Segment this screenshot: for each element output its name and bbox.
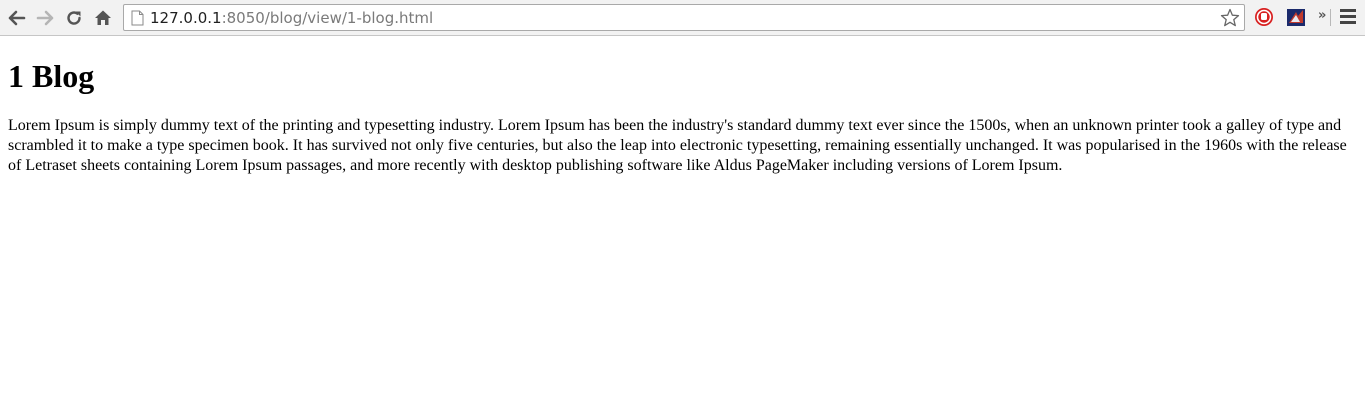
url-text[interactable]: 127.0.0.1:8050/blog/view/1-blog.html bbox=[150, 9, 433, 27]
url-path: :8050/blog/view/1-blog.html bbox=[221, 9, 434, 27]
menu-bar bbox=[1340, 9, 1356, 12]
toolbar-divider bbox=[1330, 9, 1331, 26]
forward-arrow-icon bbox=[36, 10, 54, 26]
browser-toolbar: 127.0.0.1:8050/blog/view/1-blog.html » bbox=[0, 0, 1365, 36]
url-host: 127.0.0.1 bbox=[150, 9, 222, 27]
menu-bar bbox=[1340, 21, 1356, 24]
star-icon[interactable] bbox=[1220, 8, 1240, 28]
page-title: 1 Blog bbox=[8, 58, 95, 94]
menu-icon[interactable] bbox=[1340, 9, 1356, 25]
home-button[interactable] bbox=[91, 6, 115, 30]
back-arrow-icon bbox=[8, 10, 26, 26]
stop-extension-icon[interactable] bbox=[1254, 7, 1274, 27]
reload-button[interactable] bbox=[62, 6, 86, 30]
reload-icon bbox=[67, 11, 81, 25]
forward-button[interactable] bbox=[33, 6, 57, 30]
menu-bar bbox=[1340, 15, 1356, 18]
extension-icon[interactable] bbox=[1286, 7, 1306, 27]
back-button[interactable] bbox=[5, 6, 29, 30]
page-content: 1 Blog Lorem Ipsum is simply dummy text … bbox=[8, 37, 1357, 176]
address-bar[interactable]: 127.0.0.1:8050/blog/view/1-blog.html bbox=[123, 4, 1245, 31]
extensions-overflow-button[interactable]: » bbox=[1318, 8, 1326, 24]
blog-body-paragraph: Lorem Ipsum is simply dummy text of the … bbox=[8, 117, 1347, 174]
home-icon bbox=[95, 10, 111, 25]
page-icon bbox=[131, 10, 144, 26]
